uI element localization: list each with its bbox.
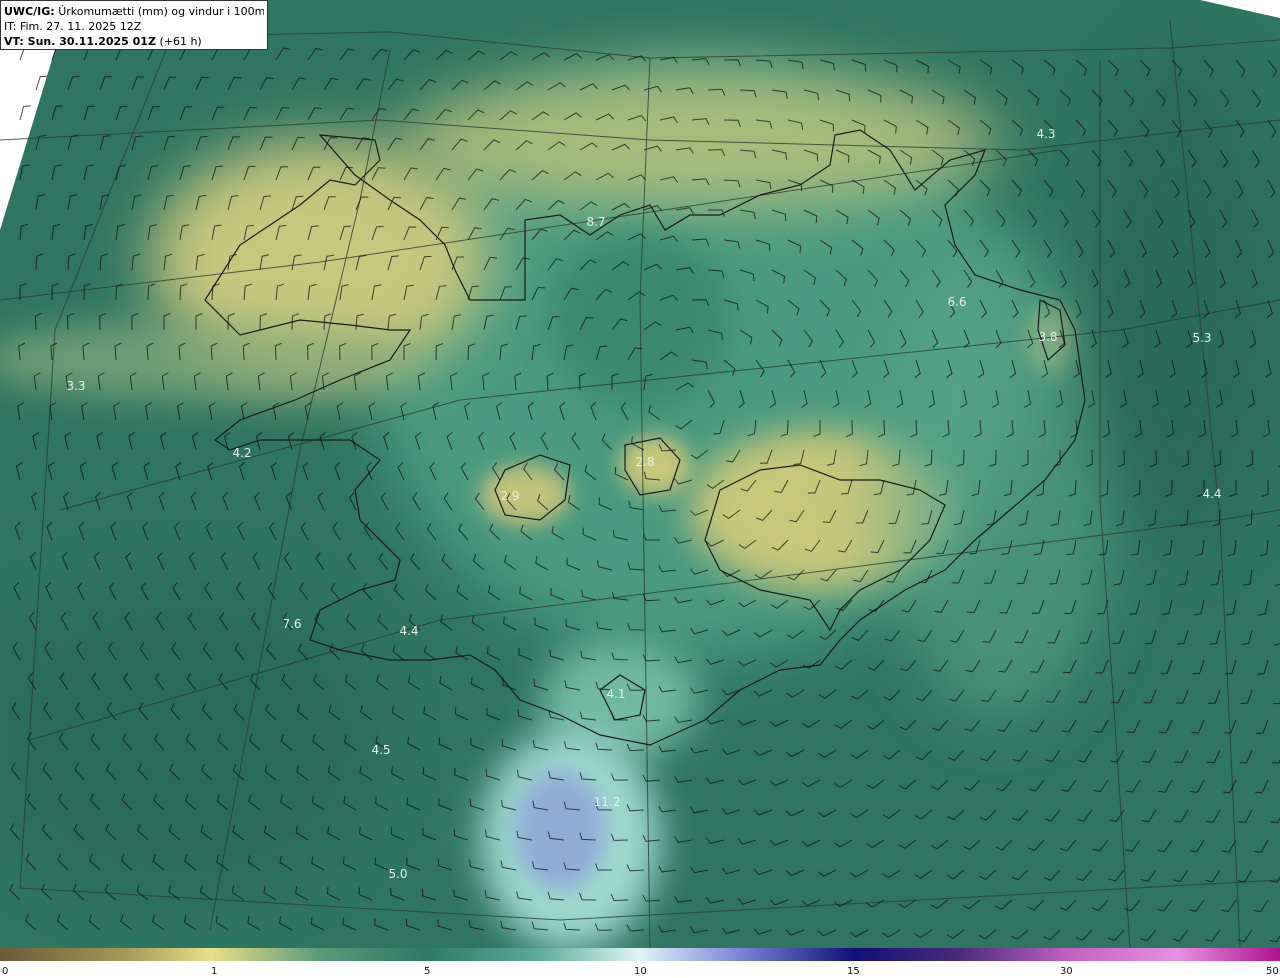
valid-time: VT: Sun. 30.11.2025 01Z xyxy=(4,35,156,48)
info-box: UWC/IG: Úrkomumætti (mm) og vindur i 100… xyxy=(0,0,268,50)
legend-tick: 50 xyxy=(1266,966,1279,977)
point-value-label: 4.4 xyxy=(1202,487,1221,501)
point-value-label: 5.3 xyxy=(1192,331,1211,345)
init-time: IT: Fim. 27. 11. 2025 12Z xyxy=(4,20,142,33)
legend-tick: 30 xyxy=(1060,966,1073,977)
point-value-label: 4.1 xyxy=(606,687,625,701)
point-value-label: 4.3 xyxy=(1036,127,1055,141)
point-value-label: 4.5 xyxy=(371,743,390,757)
legend-tick: 5 xyxy=(424,966,430,977)
color-legend: 0 1 5 10 15 30 50 xyxy=(0,948,1280,978)
point-value-label: 5.0 xyxy=(388,867,407,881)
legend-tick: 0 xyxy=(2,966,8,977)
precipitation-map: 4.3 6.6 3.8 5.3 4.4 3.3 4.2 2.8 2.9 7.6 … xyxy=(0,0,1280,951)
point-value-label: 3.3 xyxy=(66,379,85,393)
title-line: UWC/IG: Úrkomumætti (mm) og vindur i 100… xyxy=(4,4,264,19)
valid-time-line: VT: Sun. 30.11.2025 01Z (+61 h) xyxy=(4,34,264,49)
legend-tick: 1 xyxy=(211,966,217,977)
forecast-offset: (+61 h) xyxy=(159,35,202,48)
legend-gradient-bar xyxy=(0,948,1280,961)
point-value-label: 4.2 xyxy=(232,446,251,460)
point-value-label: 3.8 xyxy=(1038,330,1057,344)
point-value-label: 4.4 xyxy=(399,624,418,638)
model-label: UWC/IG: xyxy=(4,5,55,18)
point-value-label: 8.7 xyxy=(586,215,605,229)
point-value-label: 7.6 xyxy=(282,617,301,631)
legend-tick: 15 xyxy=(847,966,860,977)
point-value-label: 2.9 xyxy=(500,489,519,503)
legend-tick: 10 xyxy=(634,966,647,977)
point-value-label: 11.2 xyxy=(594,795,621,809)
map-title: Úrkomumætti (mm) og vindur i 100m hæð xyxy=(58,5,264,18)
point-value-label: 2.8 xyxy=(635,455,654,469)
point-value-label: 6.6 xyxy=(947,295,966,309)
